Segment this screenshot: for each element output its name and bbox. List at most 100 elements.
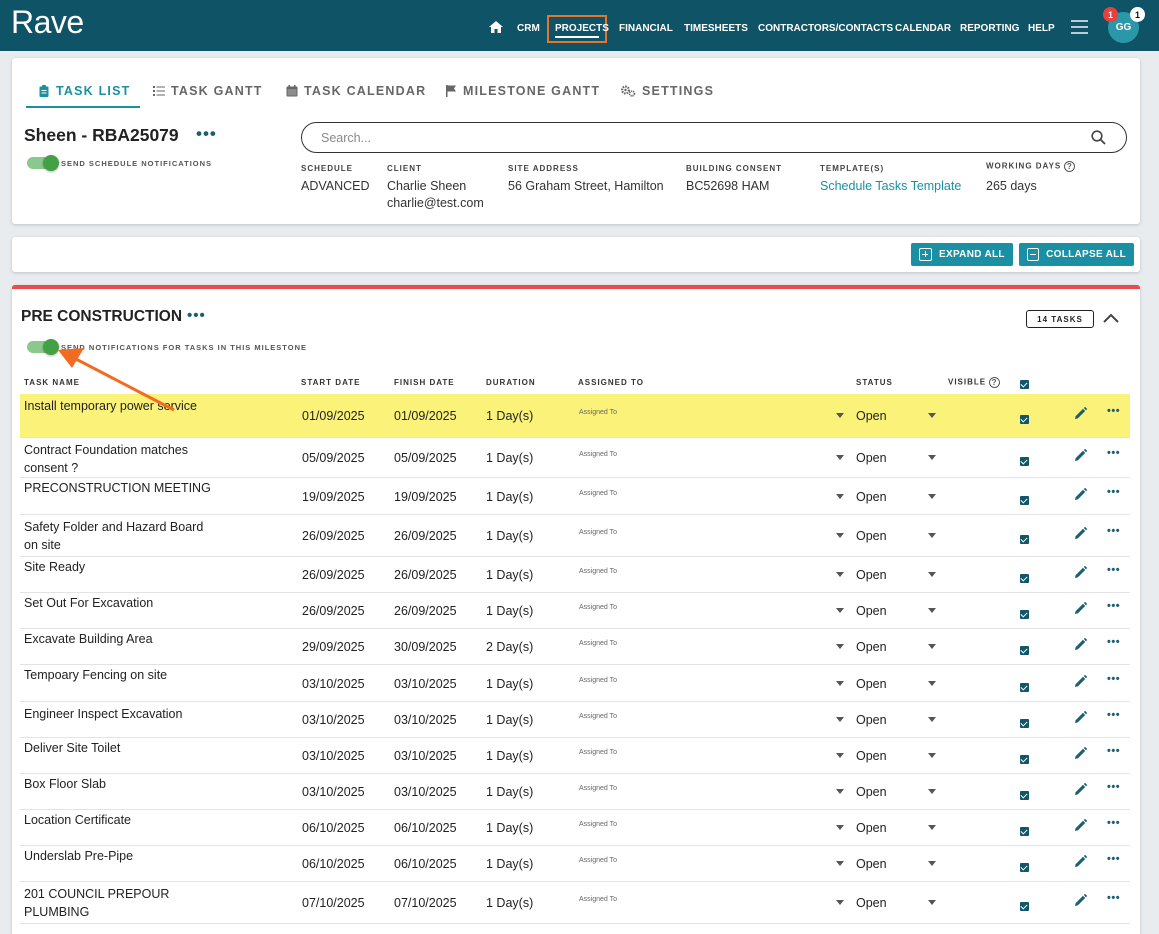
table-row[interactable]: PRECONSTRUCTION MEETING 19/09/2025 19/09/2… xyxy=(20,478,1130,515)
visible-checkbox[interactable] xyxy=(1020,492,1029,510)
task-name[interactable]: Tempoary Fencing on site xyxy=(24,667,214,685)
visible-checkbox[interactable] xyxy=(1020,411,1029,429)
duration[interactable]: 1 Day(s) xyxy=(486,857,533,871)
menu-icon[interactable] xyxy=(1071,20,1088,34)
assigned-to-select[interactable]: Assigned To xyxy=(579,713,617,720)
row-more-icon[interactable]: ••• xyxy=(1107,781,1120,793)
task-name[interactable]: Contract Foundation matches consent ? xyxy=(24,442,214,477)
start-date[interactable]: 05/09/2025 xyxy=(302,451,365,465)
status-select[interactable]: Open xyxy=(856,568,887,582)
assigned-to-select[interactable]: Assigned To xyxy=(579,529,617,536)
nav-calendar[interactable]: CALENDAR xyxy=(895,23,951,34)
task-name[interactable]: Install temporary power service xyxy=(24,398,214,416)
pencil-icon[interactable] xyxy=(1074,602,1087,615)
status-select[interactable]: Open xyxy=(856,604,887,618)
duration[interactable]: 1 Day(s) xyxy=(486,451,533,465)
status-select[interactable]: Open xyxy=(856,490,887,504)
finish-date[interactable]: 07/10/2025 xyxy=(394,896,457,910)
status-select[interactable]: Open xyxy=(856,785,887,799)
milestone-notifications-toggle[interactable] xyxy=(27,339,59,355)
status-select[interactable]: Open xyxy=(856,896,887,910)
caret-down-icon[interactable] xyxy=(928,753,936,758)
col-visible[interactable]: VISIBLE? xyxy=(948,377,1001,388)
duration[interactable]: 1 Day(s) xyxy=(486,749,533,763)
start-date[interactable]: 06/10/2025 xyxy=(302,857,365,871)
caret-down-icon[interactable] xyxy=(836,533,844,538)
visible-checkbox[interactable] xyxy=(1020,715,1029,733)
finish-date[interactable]: 19/09/2025 xyxy=(394,490,457,504)
visible-checkbox[interactable] xyxy=(1020,531,1029,549)
caret-down-icon[interactable] xyxy=(928,789,936,794)
tab-milestone-gantt[interactable]: MILESTONE GANTT xyxy=(445,84,600,98)
visible-checkbox[interactable] xyxy=(1020,570,1029,588)
finish-date[interactable]: 03/10/2025 xyxy=(394,713,457,727)
help-icon[interactable]: ? xyxy=(1064,161,1076,172)
caret-down-icon[interactable] xyxy=(836,753,844,758)
status-select[interactable]: Open xyxy=(856,677,887,691)
duration[interactable]: 1 Day(s) xyxy=(486,568,533,582)
duration[interactable]: 1 Day(s) xyxy=(486,529,533,543)
row-more-icon[interactable]: ••• xyxy=(1107,564,1120,576)
nav-projects[interactable]: PROJECTS xyxy=(555,23,609,34)
row-more-icon[interactable]: ••• xyxy=(1107,892,1120,904)
milestone-more-icon[interactable]: ••• xyxy=(187,307,206,324)
pencil-icon[interactable] xyxy=(1074,783,1087,796)
visible-checkbox[interactable] xyxy=(1020,898,1029,916)
duration[interactable]: 1 Day(s) xyxy=(486,821,533,835)
project-more-icon[interactable]: ••• xyxy=(196,124,217,144)
table-row[interactable]: Safety Folder and Hazard Board on site 26… xyxy=(20,515,1130,557)
table-row[interactable]: Deliver Site Toilet 03/10/2025 03/10/2025 1… xyxy=(20,738,1130,774)
select-all-checkbox[interactable] xyxy=(1020,376,1029,394)
status-select[interactable]: Open xyxy=(856,713,887,727)
col-finish-date[interactable]: FINISH DATE xyxy=(394,378,455,387)
table-row[interactable]: 201 COUNCIL PREPOUR PLUMBING 07/10/2025 07… xyxy=(20,882,1130,924)
visible-checkbox[interactable] xyxy=(1020,453,1029,471)
row-more-icon[interactable]: ••• xyxy=(1107,405,1120,417)
caret-down-icon[interactable] xyxy=(836,900,844,905)
row-more-icon[interactable]: ••• xyxy=(1107,673,1120,685)
row-more-icon[interactable]: ••• xyxy=(1107,745,1120,757)
caret-down-icon[interactable] xyxy=(836,455,844,460)
start-date[interactable]: 26/09/2025 xyxy=(302,529,365,543)
caret-down-icon[interactable] xyxy=(928,608,936,613)
pencil-icon[interactable] xyxy=(1074,855,1087,868)
pencil-icon[interactable] xyxy=(1074,488,1087,501)
status-select[interactable]: Open xyxy=(856,857,887,871)
visible-checkbox[interactable] xyxy=(1020,606,1029,624)
pencil-icon[interactable] xyxy=(1074,638,1087,651)
nav-reporting[interactable]: REPORTING xyxy=(960,23,1019,34)
start-date[interactable]: 03/10/2025 xyxy=(302,785,365,799)
assigned-to-select[interactable]: Assigned To xyxy=(579,749,617,756)
duration[interactable]: 1 Day(s) xyxy=(486,677,533,691)
task-name[interactable]: Engineer Inspect Excavation xyxy=(24,706,214,724)
finish-date[interactable]: 26/09/2025 xyxy=(394,604,457,618)
table-row[interactable]: Underslab Pre-Pipe 06/10/2025 06/10/2025 1 … xyxy=(20,846,1130,882)
nav-help[interactable]: HELP xyxy=(1028,23,1055,34)
search-input[interactable]: Search... xyxy=(301,122,1127,153)
caret-down-icon[interactable] xyxy=(836,644,844,649)
row-more-icon[interactable]: ••• xyxy=(1107,636,1120,648)
row-more-icon[interactable]: ••• xyxy=(1107,709,1120,721)
duration[interactable]: 1 Day(s) xyxy=(486,785,533,799)
assigned-to-select[interactable]: Assigned To xyxy=(579,490,617,497)
visible-checkbox[interactable] xyxy=(1020,859,1029,877)
visible-checkbox[interactable] xyxy=(1020,787,1029,805)
caret-down-icon[interactable] xyxy=(836,825,844,830)
visible-checkbox[interactable] xyxy=(1020,642,1029,660)
status-select[interactable]: Open xyxy=(856,821,887,835)
pencil-icon[interactable] xyxy=(1074,711,1087,724)
col-assigned-to[interactable]: ASSIGNED TO xyxy=(578,378,644,387)
task-name[interactable]: Site Ready xyxy=(24,559,214,577)
row-more-icon[interactable]: ••• xyxy=(1107,447,1120,459)
visible-checkbox[interactable] xyxy=(1020,751,1029,769)
pencil-icon[interactable] xyxy=(1074,819,1087,832)
task-name[interactable]: 201 COUNCIL PREPOUR PLUMBING xyxy=(24,886,214,921)
start-date[interactable]: 03/10/2025 xyxy=(302,677,365,691)
tab-task-gantt[interactable]: TASK GANTT xyxy=(153,84,263,98)
finish-date[interactable]: 26/09/2025 xyxy=(394,568,457,582)
start-date[interactable]: 03/10/2025 xyxy=(302,713,365,727)
table-row[interactable]: Excavate Building Area 29/09/2025 30/09/20… xyxy=(20,629,1130,665)
assigned-to-select[interactable]: Assigned To xyxy=(579,785,617,792)
caret-down-icon[interactable] xyxy=(928,717,936,722)
schedule-notifications-toggle[interactable] xyxy=(27,155,59,171)
